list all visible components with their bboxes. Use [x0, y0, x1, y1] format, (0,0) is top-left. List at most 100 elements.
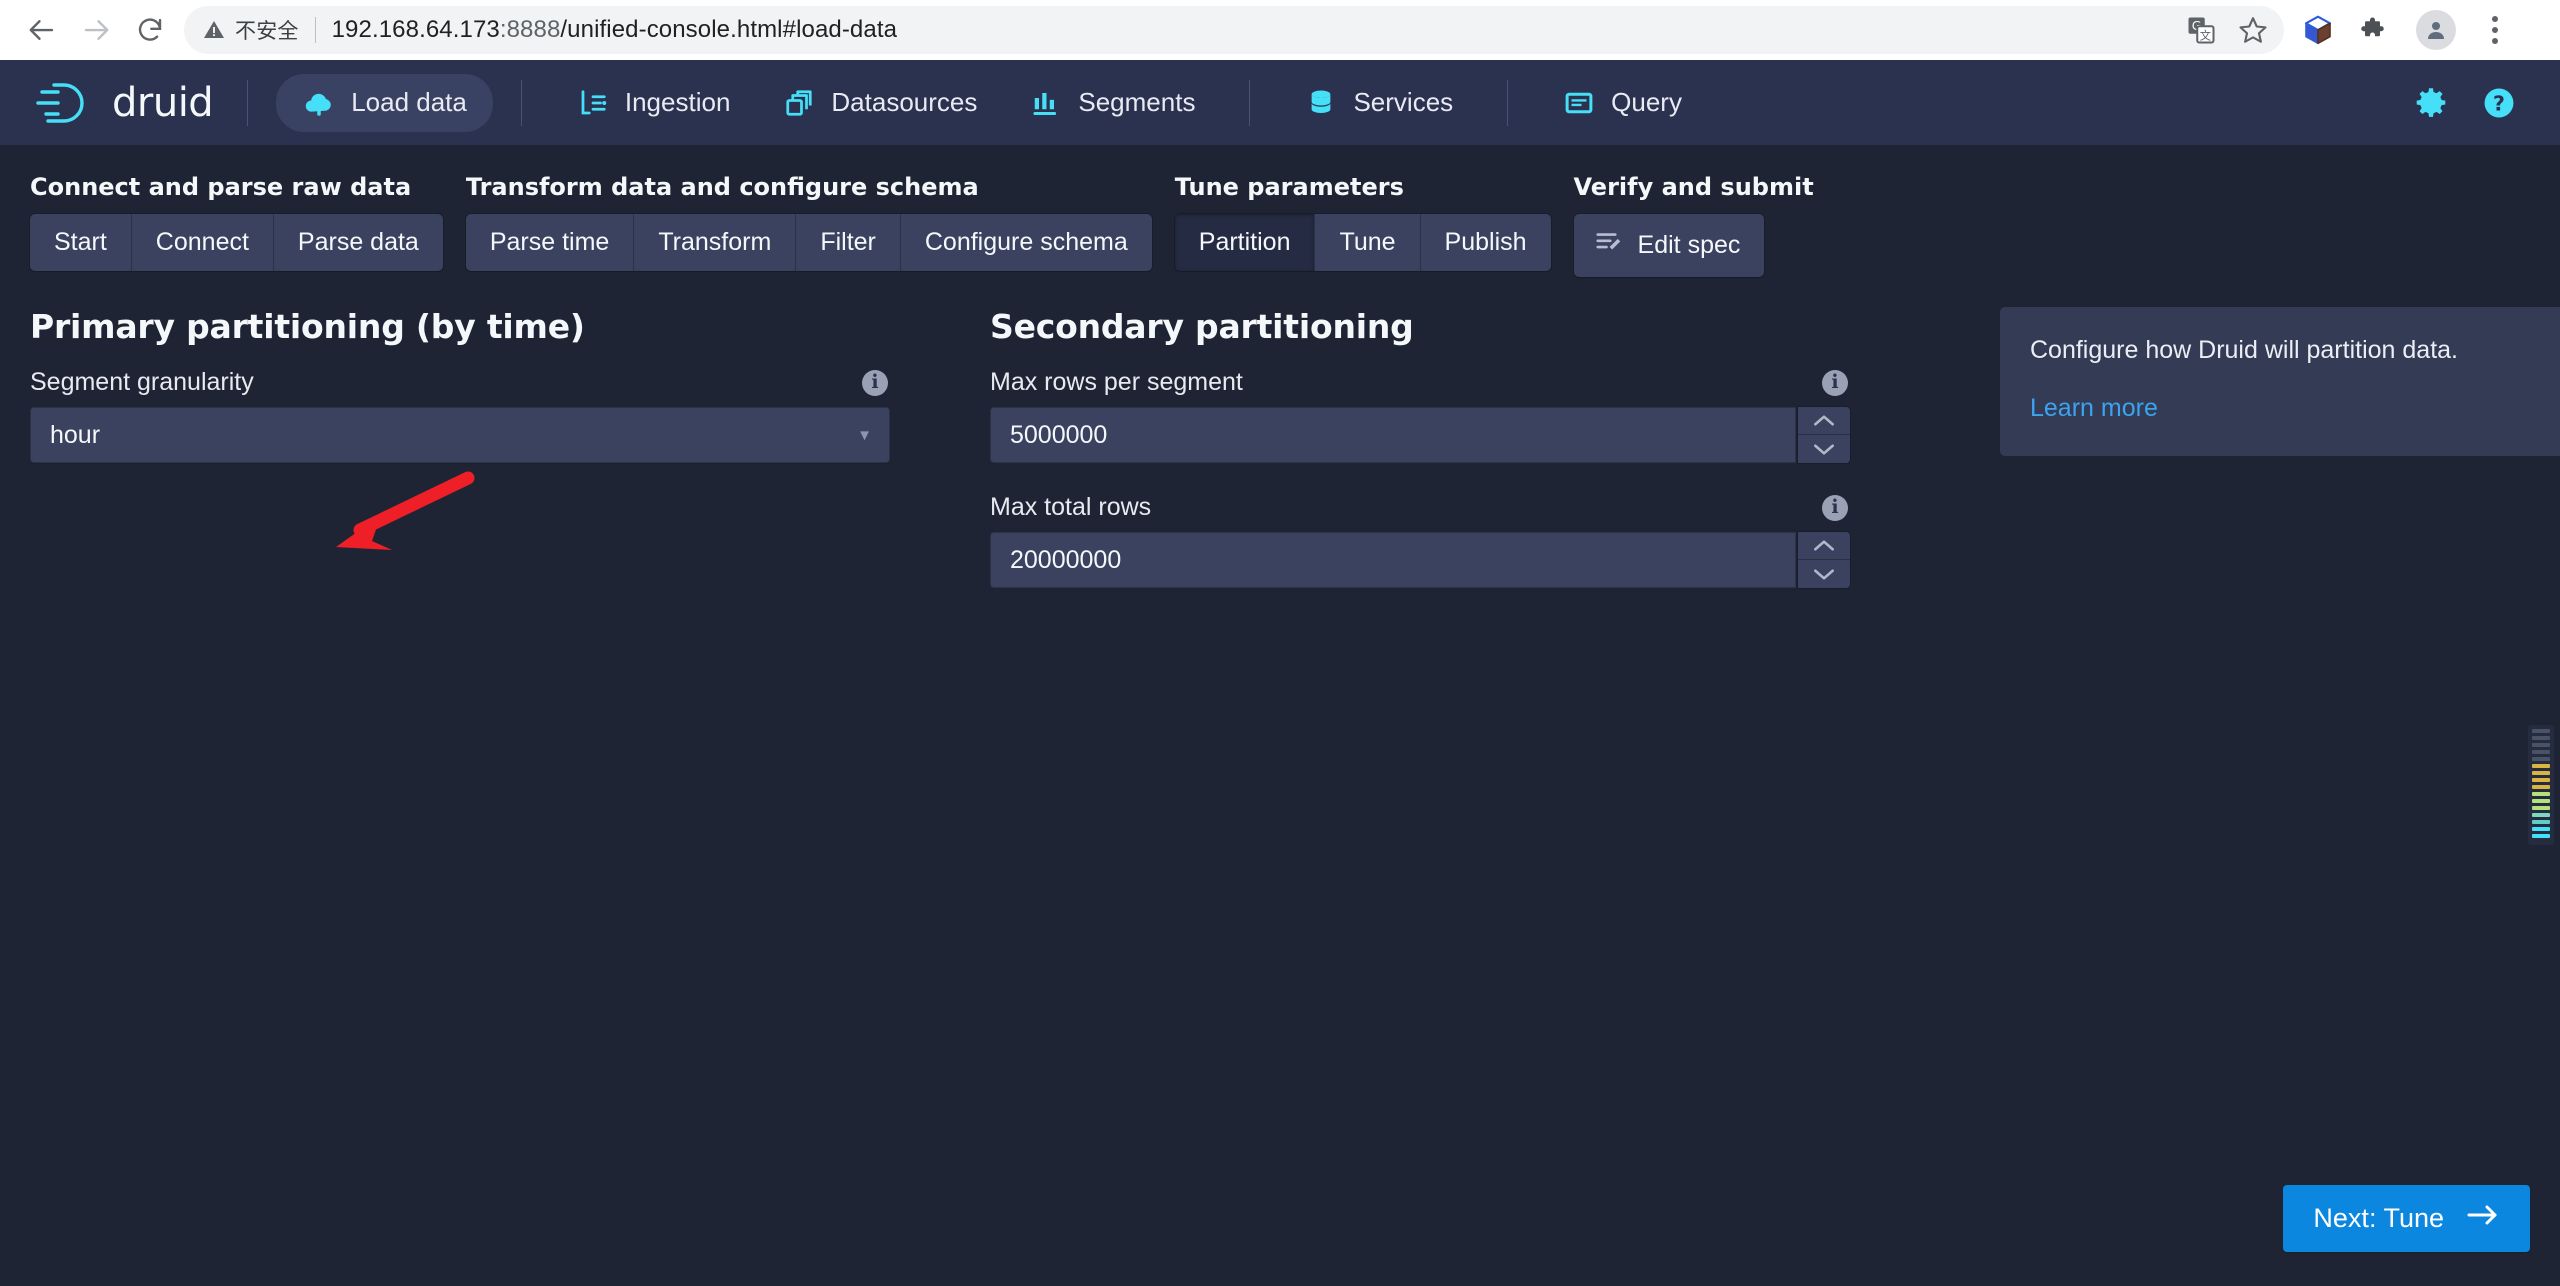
- step-group-transform: Transform data and configure schema Pars…: [465, 173, 1152, 272]
- nav-item-load-data-label: Load data: [351, 87, 467, 117]
- services-icon: [1304, 88, 1338, 118]
- max-rows-per-segment-field: Max rows per segment i: [990, 368, 1850, 463]
- max-total-rows-stepper: [1798, 532, 1850, 588]
- extensions-puzzle-icon[interactable]: [2360, 15, 2390, 45]
- help-icon[interactable]: ?: [2482, 86, 2516, 120]
- step-button-parse-data[interactable]: Parse data: [273, 214, 443, 272]
- primary-partitioning-column: Primary partitioning (by time) Segment g…: [30, 307, 990, 618]
- nav-item-datasources-label: Datasources: [831, 87, 978, 117]
- next-tune-label: Next: Tune: [2313, 1203, 2444, 1233]
- browser-toolbar-icons: [2292, 10, 2508, 50]
- max-rows-per-segment-input[interactable]: [990, 407, 1796, 463]
- max-rows-per-segment-increment[interactable]: [1798, 407, 1850, 435]
- svg-text:?: ?: [2493, 91, 2505, 115]
- segment-granularity-field: Segment granularity i hour ▼: [30, 368, 890, 463]
- gear-icon[interactable]: [2414, 86, 2448, 120]
- step-button-transform[interactable]: Transform: [634, 214, 797, 272]
- navbar-divider-2: [520, 79, 522, 126]
- max-total-rows-info-icon[interactable]: i: [1822, 494, 1848, 521]
- max-total-rows-input[interactable]: [990, 532, 1796, 588]
- help-card: Configure how Druid will partition data.…: [2000, 307, 2560, 456]
- chrome-menu-button[interactable]: [2482, 12, 2508, 48]
- max-total-rows-increment[interactable]: [1798, 532, 1850, 560]
- max-rows-per-segment-decrement[interactable]: [1798, 435, 1850, 463]
- chevron-down-icon: ▼: [857, 426, 872, 444]
- profile-avatar[interactable]: [2416, 10, 2456, 50]
- forward-button[interactable]: [72, 6, 120, 54]
- step-group-tune: Tune parameters Partition Tune Publish: [1174, 173, 1551, 272]
- segment-granularity-info-icon[interactable]: i: [862, 369, 888, 396]
- max-total-rows-numeric: [990, 532, 1850, 588]
- step-group-connect-title: Connect and parse raw data: [30, 173, 412, 201]
- url-port: :8888: [499, 16, 561, 43]
- url-text: 192.168.64.173:8888/unified-console.html…: [332, 16, 897, 44]
- segments-icon: [1029, 88, 1063, 118]
- step-group-transform-title: Transform data and configure schema: [465, 173, 979, 201]
- max-rows-per-segment-label-row: Max rows per segment i: [990, 368, 1850, 397]
- druid-logo-icon: [36, 82, 84, 123]
- step-button-partition[interactable]: Partition: [1174, 214, 1316, 272]
- address-bar[interactable]: 不安全 192.168.64.173:8888/unified-console.…: [184, 6, 2284, 54]
- omnibox-actions: G 文: [2166, 15, 2268, 45]
- max-total-rows-label-row: Max total rows i: [990, 493, 1850, 522]
- edit-spec-icon: [1594, 227, 1624, 264]
- nav-item-services-label: Services: [1353, 87, 1454, 117]
- not-secure-warning-icon: [204, 21, 224, 38]
- svg-text:文: 文: [2200, 28, 2211, 42]
- secondary-partitioning-column: Secondary partitioning Max rows per segm…: [990, 307, 1970, 618]
- nav-item-query[interactable]: Query: [1536, 74, 1708, 131]
- nav-item-services[interactable]: Services: [1278, 74, 1479, 131]
- step-group-verify: Verify and submit Edit spec: [1573, 173, 1814, 277]
- translate-icon[interactable]: G 文: [2186, 15, 2216, 45]
- step-button-publish[interactable]: Publish: [1420, 214, 1551, 272]
- step-button-configure-schema[interactable]: Configure schema: [900, 214, 1152, 272]
- step-button-connect[interactable]: Connect: [131, 214, 274, 272]
- max-rows-per-segment-numeric: [990, 407, 1850, 463]
- edit-spec-button[interactable]: Edit spec: [1573, 214, 1765, 277]
- max-rows-per-segment-stepper: [1798, 407, 1850, 463]
- step-button-tune[interactable]: Tune: [1315, 214, 1421, 272]
- help-text: Configure how Druid will partition data.: [2030, 336, 2458, 364]
- nav-item-load-data[interactable]: Load data: [276, 73, 493, 132]
- step-buttons-transform: Parse time Transform Filter Configure sc…: [465, 214, 1152, 272]
- nav-item-datasources[interactable]: Datasources: [756, 74, 1003, 131]
- druid-console: druid Load data Ingestion Datasources Se…: [0, 60, 2560, 1286]
- druid-navbar: druid Load data Ingestion Datasources Se…: [0, 60, 2560, 145]
- secondary-partitioning-title: Secondary partitioning: [990, 307, 1414, 346]
- ingestion-icon: [576, 88, 610, 118]
- wizard-steps: Connect and parse raw data Start Connect…: [0, 145, 2560, 277]
- segment-granularity-select[interactable]: hour ▼: [30, 407, 890, 463]
- site-security-chip[interactable]: 不安全: [202, 15, 299, 45]
- security-label: 不安全: [235, 19, 299, 43]
- omnibox-divider: [314, 17, 316, 43]
- browser-nav-buttons: [18, 6, 174, 54]
- step-group-tune-title: Tune parameters: [1174, 173, 1404, 201]
- code-minimap-strip[interactable]: [2528, 725, 2554, 845]
- navbar-right-actions: ?: [2414, 86, 2526, 120]
- step-buttons-connect: Start Connect Parse data: [30, 214, 443, 272]
- druid-logo[interactable]: druid: [34, 79, 219, 127]
- partition-step-content: Primary partitioning (by time) Segment g…: [0, 277, 2560, 618]
- browser-toolbar: 不安全 192.168.64.173:8888/unified-console.…: [0, 0, 2560, 60]
- learn-more-link[interactable]: Learn more: [2030, 394, 2158, 422]
- step-button-filter[interactable]: Filter: [796, 214, 901, 272]
- max-rows-per-segment-label: Max rows per segment: [990, 368, 1243, 396]
- back-button[interactable]: [18, 6, 66, 54]
- url-host: 192.168.64.173: [331, 16, 500, 43]
- edit-spec-label: Edit spec: [1637, 231, 1741, 259]
- max-total-rows-decrement[interactable]: [1798, 560, 1850, 588]
- cube-extension-icon[interactable]: [2302, 14, 2334, 46]
- nav-item-segments[interactable]: Segments: [1003, 74, 1221, 131]
- query-icon: [1562, 88, 1596, 118]
- step-group-connect: Connect and parse raw data Start Connect…: [30, 173, 443, 272]
- max-rows-per-segment-info-icon[interactable]: i: [1822, 369, 1848, 396]
- next-tune-button[interactable]: Next: Tune: [2283, 1185, 2530, 1252]
- nav-item-segments-label: Segments: [1078, 87, 1196, 117]
- step-button-parse-time[interactable]: Parse time: [465, 214, 635, 272]
- bookmark-star-icon[interactable]: [2238, 15, 2268, 45]
- nav-item-ingestion[interactable]: Ingestion: [550, 74, 757, 131]
- step-button-start[interactable]: Start: [30, 214, 132, 272]
- wizard-steps-row: Connect and parse raw data Start Connect…: [30, 173, 2530, 277]
- max-total-rows-field: Max total rows i: [990, 493, 1850, 588]
- reload-button[interactable]: [126, 6, 174, 54]
